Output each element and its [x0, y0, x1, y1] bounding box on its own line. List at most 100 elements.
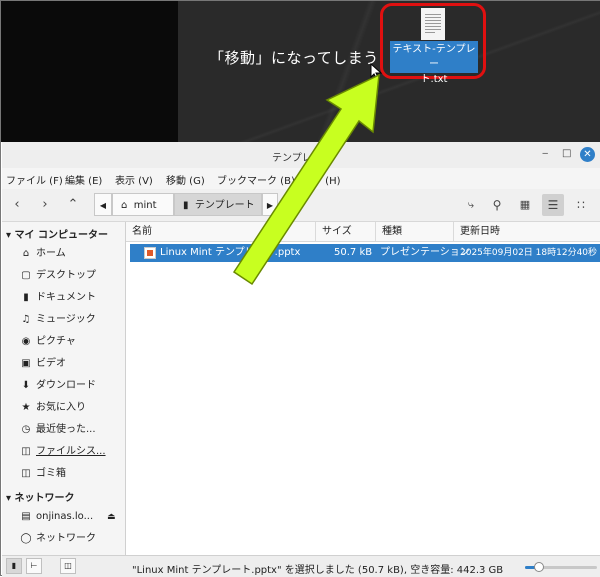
- sidebar-item-label: ビデオ: [36, 358, 66, 369]
- sidebar-item-label: ホーム: [36, 248, 66, 259]
- places-toggle-button[interactable]: ▮: [6, 558, 22, 574]
- sidebar-item-downloads[interactable]: ⬇ ダウンロード: [20, 377, 96, 395]
- sidebar-item-label: ファイルシス...: [36, 446, 106, 457]
- sidebar-item-label: ネットワーク: [36, 533, 96, 544]
- column-header-type[interactable]: 種類: [376, 222, 454, 242]
- status-bar: ▮ ⊢ ◫ "Linux Mint テンプレート.pptx" を選択しました (…: [2, 555, 600, 577]
- sidebar-item-recent[interactable]: ◷ 最近使った...: [20, 421, 96, 439]
- sidebar-section-my-computer[interactable]: ▾ マイ コンピューター: [6, 226, 108, 241]
- list-icon: ☰: [547, 198, 559, 212]
- sidebar: ▾ マイ コンピューター ⌂ ホーム ▢ デスクトップ ▮ ドキュメント ♫ ミュージッ…: [2, 222, 124, 555]
- expand-triangle-icon: ▾: [6, 493, 12, 504]
- title-bar[interactable]: テンプレート ‒ □ ✕: [2, 142, 600, 168]
- sidebar-item-label: ゴミ箱: [36, 468, 66, 479]
- column-header-modified[interactable]: 更新日時: [454, 222, 600, 242]
- sidebar-icon: ◫: [64, 561, 72, 570]
- mouse-cursor-icon: [370, 63, 383, 81]
- eject-icon[interactable]: ⏏: [107, 512, 116, 522]
- chevron-left-icon: ‹: [14, 197, 20, 212]
- sidebar-section-label: マイ コンピューター: [14, 230, 108, 241]
- annotation-caption: 「移動」になってしまう: [209, 49, 379, 67]
- sidebar-section-network[interactable]: ▾ ネットワーク: [6, 489, 75, 504]
- location-toggle-button[interactable]: ⤷: [460, 194, 482, 216]
- minimize-button[interactable]: ‒: [542, 148, 548, 159]
- status-text: "Linux Mint テンプレート.pptx" を選択しました (50.7 k…: [132, 565, 504, 576]
- sidebar-item-label: デスクトップ: [36, 270, 96, 281]
- compact-list-icon: ∷: [577, 198, 585, 212]
- desktop-dark-panel: [1, 1, 178, 142]
- breadcrumb-templates[interactable]: ▮ テンプレート: [174, 193, 262, 216]
- sidebar-item-label: お気に入り: [36, 402, 86, 413]
- zoom-slider[interactable]: [525, 562, 597, 572]
- sidebar-item-music[interactable]: ♫ ミュージック: [20, 311, 96, 329]
- sidebar-item-home[interactable]: ⌂ ホーム: [20, 245, 66, 263]
- desktop-area: 「移動」になってしまう テキスト-テンプレー ト.txt: [1, 1, 600, 142]
- desktop-icon: ▢: [21, 270, 31, 281]
- sidebar-item-label: ドキュメント: [36, 292, 96, 303]
- sidebar-item-pictures[interactable]: ◉ ピクチャ: [20, 333, 76, 351]
- folder-icon: ▮: [11, 561, 17, 570]
- screenshot-frame: 「移動」になってしまう テキスト-テンプレー ト.txt テンプレート ‒ □ …: [0, 0, 600, 577]
- up-button[interactable]: ⌃: [62, 194, 84, 216]
- sidebar-item-trash[interactable]: ◫ ゴミ箱: [20, 465, 66, 483]
- list-view-button[interactable]: ☰: [542, 194, 564, 216]
- sidebar-item-favorites[interactable]: ★ お気に入り: [20, 399, 86, 417]
- location-icon: ⤷: [467, 198, 475, 211]
- desktop-file-label[interactable]: テキスト-テンプレー ト.txt: [390, 41, 478, 85]
- network-drive-icon: ▤: [21, 511, 31, 522]
- home-icon: ⌂: [22, 248, 30, 259]
- music-icon: ♫: [21, 314, 31, 325]
- compact-view-button[interactable]: ∷: [570, 194, 592, 216]
- text-file-icon[interactable]: [421, 8, 445, 40]
- tree-toggle-button[interactable]: ⊢: [26, 558, 42, 574]
- maximize-button[interactable]: □: [562, 148, 571, 159]
- folder-icon: ▮: [183, 200, 189, 211]
- sidebar-item-videos[interactable]: ▣ ビデオ: [20, 355, 66, 373]
- breadcrumb-home-label: mint: [133, 200, 157, 211]
- star-icon: ★: [21, 402, 31, 413]
- sidebar-item-label: ピクチャ: [36, 336, 76, 347]
- column-header-name[interactable]: 名前: [126, 222, 316, 242]
- chevron-up-icon: ⌃: [67, 197, 79, 212]
- menu-file[interactable]: ファイル (F): [6, 172, 63, 187]
- triangle-right-icon: ▶: [266, 201, 274, 210]
- clock-icon: ◷: [21, 424, 31, 435]
- file-list-view: 名前 サイズ 種類 更新日時 Linux Mint テンプレート.pptx 50…: [125, 222, 600, 555]
- back-button[interactable]: ‹: [6, 194, 28, 216]
- sidebar-item-desktop[interactable]: ▢ デスクトップ: [20, 267, 96, 285]
- zoom-slider-handle[interactable]: [534, 562, 545, 572]
- document-icon: ▮: [23, 292, 29, 303]
- triangle-left-icon: ◀: [99, 201, 107, 210]
- sidebar-item-label: ダウンロード: [36, 380, 96, 391]
- sidebar-item-label: ミュージック: [36, 314, 96, 325]
- file-modified: 2025年09月02日 18時12分40秒: [460, 248, 598, 258]
- sidebar-item-label: 最近使った...: [36, 424, 96, 435]
- sidebar-item-network[interactable]: ◯ ネットワーク: [20, 530, 96, 548]
- breadcrumb-home[interactable]: ⌂ mint: [112, 193, 174, 216]
- column-header-size[interactable]: サイズ: [316, 222, 376, 242]
- menu-edit[interactable]: 編集 (E): [65, 172, 102, 187]
- breadcrumb-left-toggle[interactable]: ◀: [94, 193, 112, 216]
- breadcrumb-right-toggle[interactable]: ▶: [262, 193, 278, 216]
- icon-view-button[interactable]: ▦: [514, 194, 536, 216]
- desktop-file-label-line1: テキスト-テンプレー: [392, 44, 476, 70]
- file-size: 50.7 kB: [334, 247, 373, 258]
- table-row[interactable]: Linux Mint テンプレート.pptx 50.7 kB プレゼンテーション…: [130, 244, 600, 262]
- forward-button[interactable]: ›: [34, 194, 56, 216]
- sidebar-item-nas[interactable]: ▤ onjinas.lo...: [20, 508, 93, 526]
- desktop-file-label-line2: ト.txt: [420, 74, 448, 85]
- sidebar-toggle-button[interactable]: ◫: [60, 558, 76, 574]
- home-icon: ⌂: [121, 200, 128, 211]
- search-button[interactable]: ⚲: [486, 194, 508, 216]
- menu-view[interactable]: 表示 (V): [115, 172, 153, 187]
- close-button[interactable]: ✕: [580, 147, 595, 162]
- menu-help[interactable]: ヘルプ (H): [292, 172, 341, 187]
- sidebar-section-label: ネットワーク: [14, 493, 75, 504]
- sidebar-item-documents[interactable]: ▮ ドキュメント: [20, 289, 96, 307]
- file-manager-window: テンプレート ‒ □ ✕ ファイル (F) 編集 (E) 表示 (V) 移動 (…: [2, 142, 600, 577]
- menu-bookmarks[interactable]: ブックマーク (B): [217, 172, 295, 187]
- sidebar-item-filesystem[interactable]: ◫ ファイルシス...: [20, 443, 106, 461]
- menu-go[interactable]: 移動 (G): [166, 172, 205, 187]
- drive-icon: ◫: [21, 446, 31, 457]
- tree-icon: ⊢: [30, 561, 38, 570]
